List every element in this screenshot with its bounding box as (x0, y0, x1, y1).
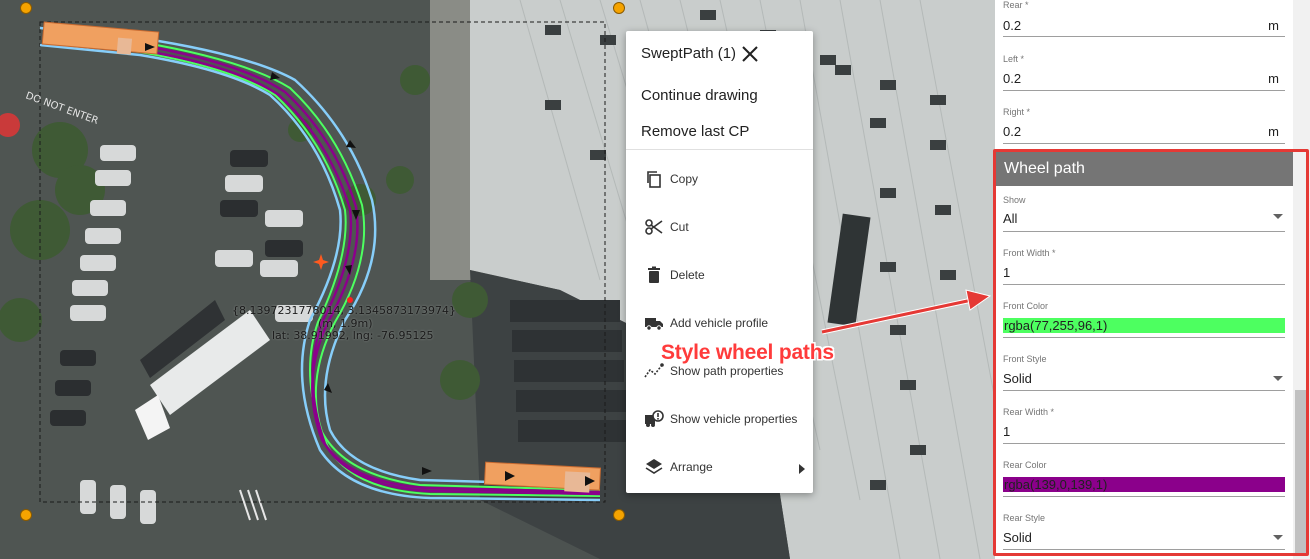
chevron-down-icon (1273, 535, 1283, 540)
underline (1003, 337, 1285, 338)
copy-icon (647, 171, 661, 188)
front-style-value: Solid (1003, 371, 1032, 386)
menu-item-copy[interactable]: Copy (644, 167, 809, 191)
scrollbar-thumb[interactable] (1295, 390, 1307, 555)
left-label: Left * (1003, 54, 1025, 64)
menu-item-cut[interactable]: Cut (644, 215, 809, 239)
rear-field[interactable]: Rear * 0.2 m (1003, 0, 1285, 37)
truck-icon (645, 318, 663, 331)
menu-item-label: Delete (670, 268, 705, 282)
properties-panel: Rear * 0.2 m Left * 0.2 m Right * 0.2 m … (995, 0, 1310, 559)
layers-icon (645, 459, 663, 474)
show-value: All (1003, 211, 1018, 226)
chevron-right-icon (799, 464, 805, 474)
front-color-label: Front Color (1003, 301, 1049, 311)
front-color-value[interactable]: rgba(77,255,96,1) (1003, 318, 1285, 333)
remove-last-cp-item[interactable]: Remove last CP (641, 123, 749, 140)
resize-handle-bottom-right[interactable] (613, 509, 625, 521)
menu-item-arrange[interactable]: Arrange (644, 455, 809, 479)
left-unit: m (1268, 71, 1279, 86)
right-label: Right * (1003, 107, 1031, 117)
rear-value[interactable]: 0.2 (1003, 18, 1021, 33)
underline (1003, 496, 1285, 497)
menu-item-label: Cut (670, 220, 689, 234)
rear-style-value: Solid (1003, 530, 1032, 545)
menu-item-label: Add vehicle profile (670, 316, 769, 330)
front-style-label: Front Style (1003, 354, 1047, 364)
context-menu-title: SweptPath (1) (641, 45, 737, 62)
menu-item-label: Show vehicle properties (670, 412, 798, 426)
rear-color-field[interactable]: Rear Color rgba(139,0,139,1) (1003, 460, 1285, 497)
menu-divider (626, 149, 813, 150)
menu-item-label: Copy (670, 172, 699, 186)
rear-color-label: Rear Color (1003, 460, 1047, 470)
rear-style-select[interactable]: Rear Style Solid (1003, 513, 1285, 550)
front-width-label: Front Width * (1003, 248, 1056, 258)
underline (1003, 36, 1285, 37)
rear-label: Rear * (1003, 0, 1029, 10)
coordinate-label-line3: lat: 38.91992, lng: -76.95125 (272, 329, 434, 342)
rear-unit: m (1268, 18, 1279, 33)
rear-width-label: Rear Width * (1003, 407, 1055, 417)
aerial-map-graphics: DO NOT ENTER (0, 0, 995, 559)
resize-handle-top-right[interactable] (613, 2, 625, 14)
chevron-down-icon (1273, 376, 1283, 381)
underline (1003, 90, 1285, 91)
continue-drawing-item[interactable]: Continue drawing (641, 87, 758, 104)
left-field[interactable]: Left * 0.2 m (1003, 54, 1285, 91)
context-menu: SweptPath (1) Continue drawing Remove la… (626, 31, 813, 493)
show-label: Show (1003, 195, 1026, 205)
underline (1003, 143, 1285, 144)
menu-item-label: Arrange (670, 460, 713, 474)
menu-item-delete[interactable]: Delete (644, 263, 809, 287)
rear-color-value[interactable]: rgba(139,0,139,1) (1003, 477, 1285, 492)
wheel-path-section-header[interactable]: Wheel path (995, 152, 1293, 186)
resize-handle-bottom-left[interactable] (20, 509, 32, 521)
menu-item-show-vehicle-properties[interactable]: Show vehicle properties (644, 407, 809, 431)
underline (1003, 390, 1285, 391)
front-color-field[interactable]: Front Color rgba(77,255,96,1) (1003, 301, 1285, 338)
close-icon[interactable] (739, 43, 761, 65)
right-value[interactable]: 0.2 (1003, 124, 1021, 139)
front-width-field[interactable]: Front Width * 1 (1003, 248, 1285, 285)
coordinate-label-line1: {8.1397231778014, 3.1345873173974} (232, 304, 456, 317)
rear-width-value[interactable]: 1 (1003, 424, 1010, 439)
right-unit: m (1268, 124, 1279, 139)
vehicle-info-icon (645, 410, 664, 427)
menu-item-add-vehicle-profile[interactable]: Add vehicle profile (644, 311, 809, 335)
front-width-value[interactable]: 1 (1003, 265, 1010, 280)
map-canvas[interactable]: DO NOT ENTER {8.1397231778014, 3.1345873… (0, 0, 995, 559)
underline (1003, 284, 1285, 285)
annotation-text: Style wheel paths (661, 341, 834, 364)
underline (1003, 549, 1285, 550)
underline (1003, 231, 1285, 232)
show-select[interactable]: Show All (1003, 195, 1285, 232)
trash-icon (648, 266, 660, 283)
left-value[interactable]: 0.2 (1003, 71, 1021, 86)
underline (1003, 443, 1285, 444)
scissors-icon (645, 219, 663, 235)
rear-width-field[interactable]: Rear Width * 1 (1003, 407, 1285, 444)
chevron-down-icon (1273, 214, 1283, 219)
resize-handle-top-left[interactable] (20, 2, 32, 14)
right-field[interactable]: Right * 0.2 m (1003, 107, 1285, 144)
rear-style-label: Rear Style (1003, 513, 1046, 523)
menu-item-label: Show path properties (670, 364, 784, 378)
front-style-select[interactable]: Front Style Solid (1003, 354, 1285, 391)
